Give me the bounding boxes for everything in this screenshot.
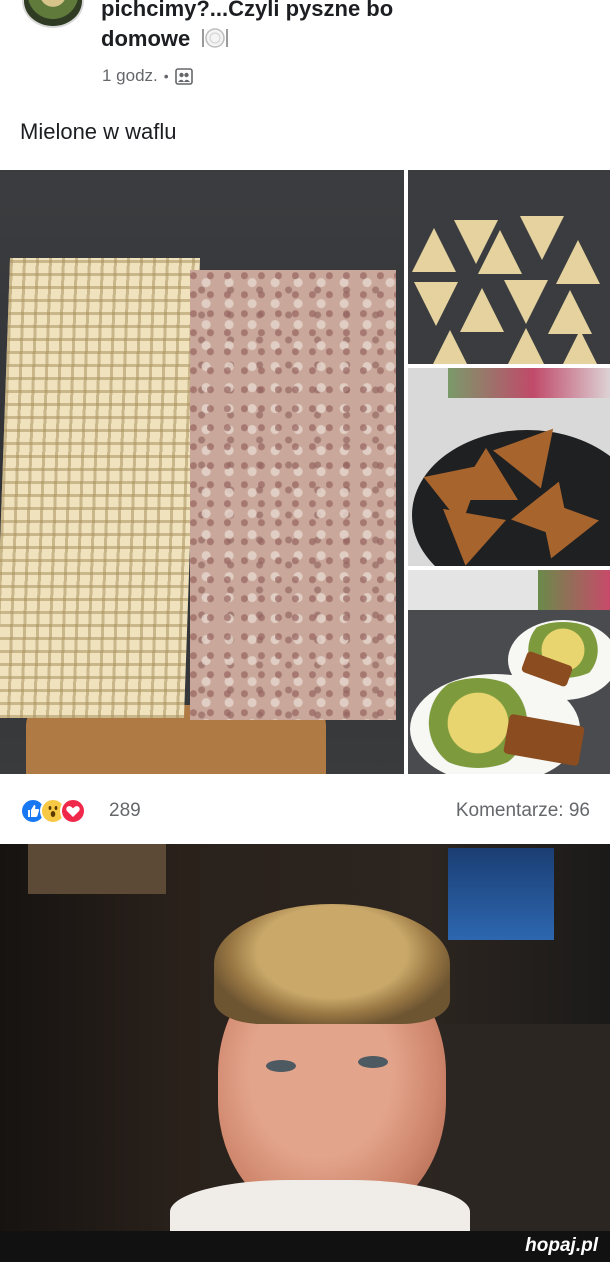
watermark-bar: hopaj.pl — [0, 1231, 610, 1262]
reaction-count[interactable]: 289 — [109, 800, 141, 822]
group-audience-icon[interactable] — [174, 67, 193, 85]
wafer-triangle — [460, 288, 504, 332]
fried-wafer — [433, 508, 507, 566]
wafer-triangle — [504, 328, 548, 364]
group-name-line1[interactable]: pichcimy?...Czyli pyszne bo — [101, 0, 393, 21]
flowers-background — [448, 368, 610, 398]
wafer-triangles-photo[interactable] — [408, 170, 610, 364]
flowers-background — [538, 570, 610, 610]
love-icon[interactable] — [60, 798, 86, 824]
left-eye — [266, 1060, 296, 1072]
background-panel — [28, 844, 166, 894]
background-table — [440, 1024, 610, 1231]
group-avatar[interactable] — [22, 0, 84, 28]
watermark-brand: hopaj — [525, 1235, 576, 1256]
wafer-triangle — [478, 230, 522, 274]
chef-reaction-photo — [0, 844, 610, 1231]
frying-pan-photo[interactable] — [408, 368, 610, 566]
served-plates-photo[interactable] — [408, 570, 610, 774]
reactions-bar: 289 Komentarze: 96 — [0, 774, 610, 844]
reaction-icons[interactable] — [20, 798, 86, 824]
hair — [214, 904, 450, 1024]
post-time[interactable]: 1 godz. — [102, 66, 158, 86]
post-header: pichcimy?...Czyli pyszne bo domowe 1 god… — [0, 0, 610, 100]
wafer-triangle — [414, 282, 458, 326]
background-screen — [448, 848, 554, 940]
site-watermark: hopaj.pl — [525, 1235, 598, 1257]
wafer-sheet — [0, 258, 201, 718]
white-shirt — [170, 1180, 470, 1231]
minced-meat-layer — [190, 270, 396, 720]
right-eye — [358, 1056, 388, 1068]
plate-cutlery-icon — [200, 27, 230, 49]
wafer-triangle — [412, 228, 456, 272]
meta-separator: • — [163, 68, 169, 84]
wafer-triangle — [428, 330, 472, 364]
group-name-link[interactable]: pichcimy?...Czyli pyszne bo domowe — [101, 0, 521, 54]
wafer-with-minced-meat-photo[interactable] — [0, 170, 404, 774]
photo-grid — [0, 170, 610, 774]
post-meta: 1 godz. • — [102, 66, 193, 86]
post-text: Mielone w waflu — [20, 119, 177, 144]
wafer-triangle — [556, 240, 600, 284]
group-name-line2[interactable]: domowe — [101, 26, 190, 51]
watermark-tld: .pl — [575, 1235, 598, 1256]
wafer-triangle — [504, 280, 548, 324]
wafer-triangle — [548, 290, 592, 334]
comments-count-link[interactable]: Komentarze: 96 — [456, 800, 590, 822]
wafer-triangle — [558, 330, 602, 364]
